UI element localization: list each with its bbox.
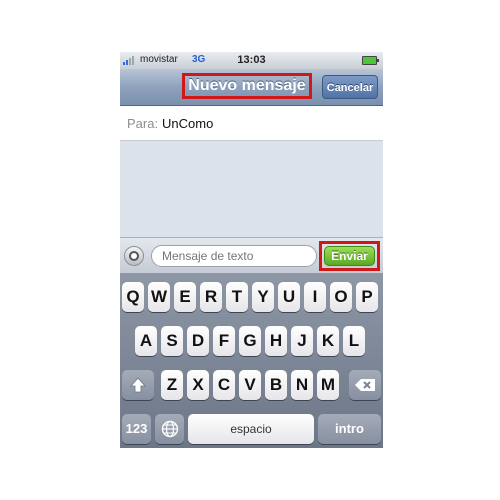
globe-icon (161, 420, 178, 438)
camera-button[interactable] (124, 246, 144, 266)
space-key[interactable]: espacio (188, 414, 314, 444)
key-p[interactable]: P (356, 282, 378, 312)
key-v[interactable]: V (239, 370, 261, 400)
backspace-icon (355, 379, 375, 391)
status-bar: movistar 3G 13:03 (120, 52, 383, 69)
shift-arrow-icon (130, 377, 146, 393)
recipient-field[interactable]: Para: UnComo (120, 106, 383, 141)
key-i[interactable]: I (304, 282, 326, 312)
key-n[interactable]: N (291, 370, 313, 400)
cancel-button[interactable]: Cancelar (322, 75, 378, 99)
recipient-value[interactable]: UnComo (162, 116, 213, 131)
key-z[interactable]: Z (161, 370, 183, 400)
key-x[interactable]: X (187, 370, 209, 400)
title-highlight-box: Nuevo mensaje (182, 73, 312, 99)
numbers-key[interactable]: 123 (122, 414, 151, 444)
shift-key[interactable] (122, 370, 154, 400)
key-c[interactable]: C (213, 370, 235, 400)
battery-icon (362, 56, 379, 65)
phone-screen: movistar 3G 13:03 Nuevo mensaje Cancelar… (120, 52, 383, 448)
key-l[interactable]: L (343, 326, 365, 356)
message-input[interactable] (151, 245, 317, 267)
key-k[interactable]: K (317, 326, 339, 356)
recipient-label: Para: (127, 116, 159, 131)
key-w[interactable]: W (148, 282, 170, 312)
key-d[interactable]: D (187, 326, 209, 356)
key-j[interactable]: J (291, 326, 313, 356)
status-time: 13:03 (237, 54, 266, 66)
key-b[interactable]: B (265, 370, 287, 400)
return-key[interactable]: intro (318, 414, 381, 444)
key-y[interactable]: Y (252, 282, 274, 312)
key-a[interactable]: A (135, 326, 157, 356)
key-s[interactable]: S (161, 326, 183, 356)
compose-bar: Enviar (120, 237, 383, 274)
key-u[interactable]: U (278, 282, 300, 312)
message-thread-area (120, 141, 383, 237)
backspace-key[interactable] (349, 370, 381, 400)
keyboard: Q W E R T Y U I O P A S D F G H J K L Z … (120, 273, 383, 448)
key-r[interactable]: R (200, 282, 222, 312)
send-highlight-box: Enviar (319, 241, 380, 271)
globe-key[interactable] (155, 414, 184, 444)
key-t[interactable]: T (226, 282, 248, 312)
send-button[interactable]: Enviar (324, 246, 375, 266)
page-title: Nuevo mensaje (188, 77, 306, 94)
key-h[interactable]: H (265, 326, 287, 356)
key-f[interactable]: F (213, 326, 235, 356)
key-e[interactable]: E (174, 282, 196, 312)
key-o[interactable]: O (330, 282, 352, 312)
key-m[interactable]: M (317, 370, 339, 400)
key-g[interactable]: G (239, 326, 261, 356)
key-q[interactable]: Q (122, 282, 144, 312)
navigation-bar: Nuevo mensaje Cancelar (120, 69, 383, 106)
camera-icon (129, 251, 139, 261)
